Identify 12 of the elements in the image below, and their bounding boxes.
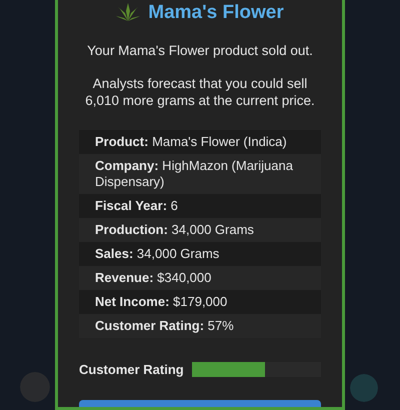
detail-row: Revenue: $340,000 — [79, 266, 321, 290]
detail-row: Net Income: $179,000 — [79, 290, 321, 314]
detail-row: Product: Mama's Flower (Indica) — [79, 130, 321, 154]
detail-row: Company: HighMazon (Marijuana Dispensary) — [79, 154, 321, 194]
detail-row: Fiscal Year: 6 — [79, 194, 321, 218]
detail-row: Sales: 34,000 Grams — [79, 242, 321, 266]
rating-label: Customer Rating — [79, 361, 184, 379]
detail-row: Production: 34,000 Grams — [79, 218, 321, 242]
forecast-text: Analysts forecast that you could sell 6,010 more grams at the current price. — [84, 75, 316, 109]
message-text: Your Mama's Flower product sold out. — [86, 42, 314, 59]
detail-row: Customer Rating: 57% — [79, 314, 321, 338]
dialog-title: Mama's Flower — [148, 1, 284, 25]
